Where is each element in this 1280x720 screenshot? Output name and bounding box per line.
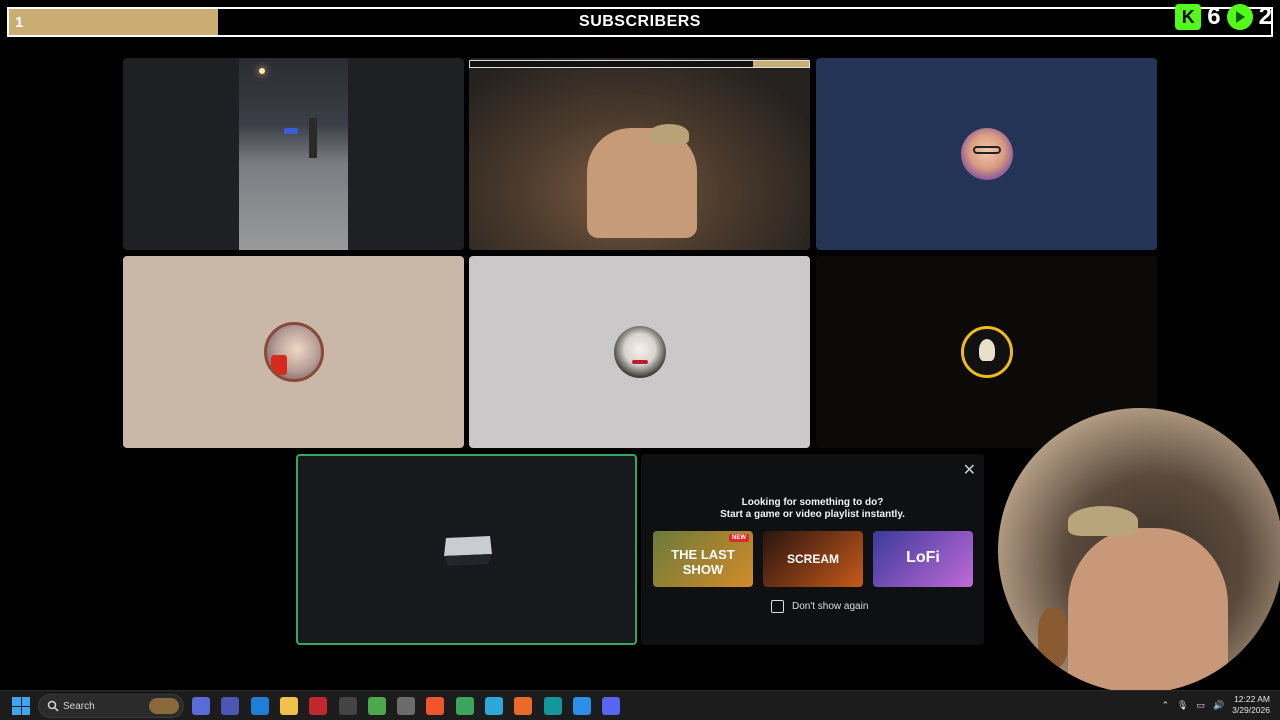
tile-street-video[interactable] [123, 58, 464, 250]
webcam-cap [1068, 506, 1138, 536]
activity-card-last-show[interactable]: NEW THE LAST SHOW [653, 531, 753, 587]
system-tray: ⌃ 🎙 ▭ 🔊 12:22 AM 3/29/2026 [1161, 694, 1270, 716]
edge-icon[interactable] [485, 697, 503, 715]
rumble-icon [1226, 4, 1253, 30]
activity-prompt-line2: Start a game or video playlist instantly… [720, 509, 905, 520]
dont-show-again-checkbox[interactable] [771, 600, 784, 613]
kick-icon: K [1175, 4, 1202, 30]
clock-time: 12:22 AM [1234, 694, 1270, 704]
rumble-count: 2 [1258, 3, 1272, 30]
tile-avatar-joker[interactable] [469, 256, 810, 448]
webcam-overlay [998, 408, 1280, 693]
mirrored-subscribers-bar [469, 60, 810, 68]
search-highlight-image [149, 698, 179, 714]
activity-suggestion-panel: ✕ Looking for something to do? Start a g… [641, 454, 984, 645]
new-badge: NEW [729, 534, 749, 542]
avatar-glasses-man [960, 128, 1013, 180]
tile-avatar-glasses[interactable] [816, 58, 1157, 250]
chrome-icon[interactable] [455, 697, 474, 715]
close-icon[interactable]: ✕ [963, 460, 976, 480]
tile-avatar-mario[interactable] [123, 256, 464, 448]
copilot-icon[interactable] [192, 697, 210, 715]
capture-icon[interactable] [397, 697, 416, 715]
activity-card-last-show-title: THE LAST SHOW [671, 547, 735, 577]
subscribers-title: SUBSCRIBERS [579, 13, 701, 30]
activity-prompt: Looking for something to do? Start a gam… [641, 497, 984, 521]
search-icon [47, 700, 59, 712]
start-button[interactable] [12, 697, 30, 715]
activity-card-scream-title: SCREAM [786, 552, 839, 566]
file-explorer-icon[interactable] [279, 697, 298, 715]
kick-count: 6 [1207, 3, 1221, 30]
activity-card-lofi-title: LoFi [906, 549, 940, 566]
clock[interactable]: 12:22 AM 3/29/2026 [1232, 694, 1270, 716]
volume-icon[interactable]: 🔊 [1213, 700, 1224, 711]
vscode-icon[interactable] [572, 697, 591, 715]
news-icon[interactable] [309, 697, 328, 715]
person-figure [587, 128, 697, 238]
dont-show-again-option[interactable]: Don't show again [771, 600, 868, 613]
avatar-joker [613, 326, 666, 378]
activity-cards: NEW THE LAST SHOW SCREAM LoFi [653, 531, 973, 587]
firefox-icon[interactable] [514, 697, 533, 715]
teams-icon[interactable] [221, 697, 240, 715]
vpn-icon[interactable] [367, 697, 386, 715]
activity-card-lofi[interactable]: LoFi [873, 531, 973, 587]
search-label: Search [63, 701, 95, 712]
activity-card-scream[interactable]: SCREAM [763, 531, 863, 587]
platform-badges: K 6 2 [1175, 4, 1272, 30]
avatar-mario [263, 322, 324, 382]
tile-room-video[interactable] [469, 58, 810, 250]
network-icon[interactable]: ▭ [1196, 700, 1205, 711]
screen-share-tile[interactable] [296, 454, 637, 645]
dont-show-again-label: Don't show again [792, 601, 869, 612]
street-video-frame [239, 58, 348, 250]
discord-icon[interactable] [602, 697, 621, 715]
activity-prompt-line1: Looking for something to do? [741, 497, 884, 508]
avatar-gold-logo [960, 326, 1013, 378]
obs-icon[interactable] [338, 697, 357, 715]
cap [649, 124, 689, 144]
remote-icon[interactable] [250, 697, 269, 715]
device-icon [444, 536, 492, 566]
brave-icon[interactable] [426, 697, 445, 715]
webcam-person [1068, 528, 1228, 693]
subscribers-progress-bar: 1 SUBSCRIBERS [7, 7, 1273, 37]
webcam-guitar [1038, 608, 1068, 668]
taskbar-search[interactable]: Search [38, 694, 184, 718]
arduino-icon[interactable] [543, 697, 562, 715]
chevron-up-icon[interactable]: ⌃ [1161, 700, 1169, 711]
windows-taskbar: Search ⌃ 🎙 ▭ 🔊 12:22 AM 3/29/2026 [0, 690, 1280, 720]
screen: 1 SUBSCRIBERS K 6 2 ✕ Looking for someth… [0, 0, 1280, 720]
microphone-icon[interactable]: 🎙 [1177, 700, 1188, 711]
clock-date: 3/29/2026 [1232, 705, 1270, 715]
